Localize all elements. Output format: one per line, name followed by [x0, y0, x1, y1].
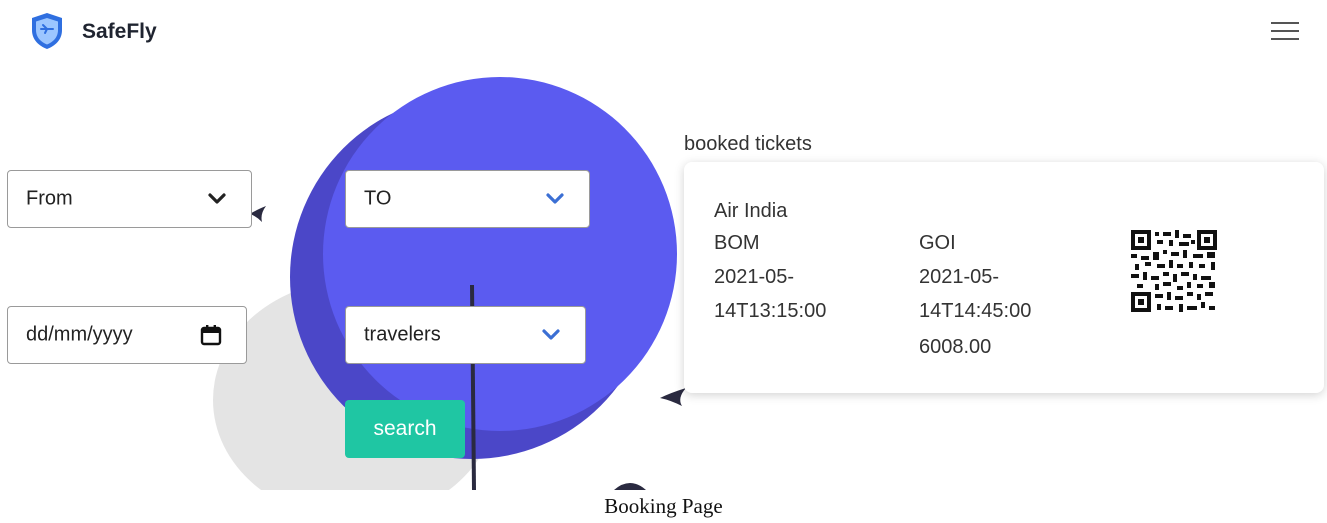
ticket-airline: Air India [714, 200, 788, 222]
qr-code-icon [1131, 230, 1217, 312]
ticket-card[interactable]: Air India BOM 2021-05- 14T13:15:00 GOI 2… [684, 162, 1324, 393]
to-select[interactable]: TO [345, 170, 590, 228]
bird-icon [250, 206, 266, 222]
date-input[interactable]: dd/mm/yyyy [7, 306, 247, 364]
from-select[interactable]: From [7, 170, 252, 228]
dark-blob-shape [614, 483, 646, 490]
page-caption: Booking Page [604, 494, 723, 518]
chevron-down-icon [546, 193, 564, 204]
search-button[interactable]: search [345, 400, 465, 458]
ticket-origin-code: BOM [714, 232, 760, 254]
to-select-value: TO [364, 187, 392, 210]
chevron-down-icon [542, 329, 560, 340]
from-select-value: From [26, 187, 73, 210]
ticket-departure-date: 2021-05- [714, 266, 795, 288]
travelers-select[interactable]: travelers [345, 306, 586, 364]
travelers-select-value: travelers [364, 323, 441, 346]
ticket-departure-time: 14T13:15:00 [714, 300, 827, 322]
ticket-arrival-time: 14T14:45:00 [919, 300, 1032, 322]
blue-circle-highlight [323, 77, 677, 431]
chevron-down-icon [208, 193, 226, 204]
ticket-price: 6008.00 [919, 336, 992, 358]
ticket-arrival-date: 2021-05- [919, 266, 1000, 288]
bird-icon [660, 388, 686, 406]
date-input-placeholder: dd/mm/yyyy [26, 323, 133, 346]
ticket-destination-code: GOI [919, 232, 956, 254]
calendar-icon[interactable] [200, 324, 222, 346]
booked-tickets-heading: booked tickets [684, 133, 812, 155]
